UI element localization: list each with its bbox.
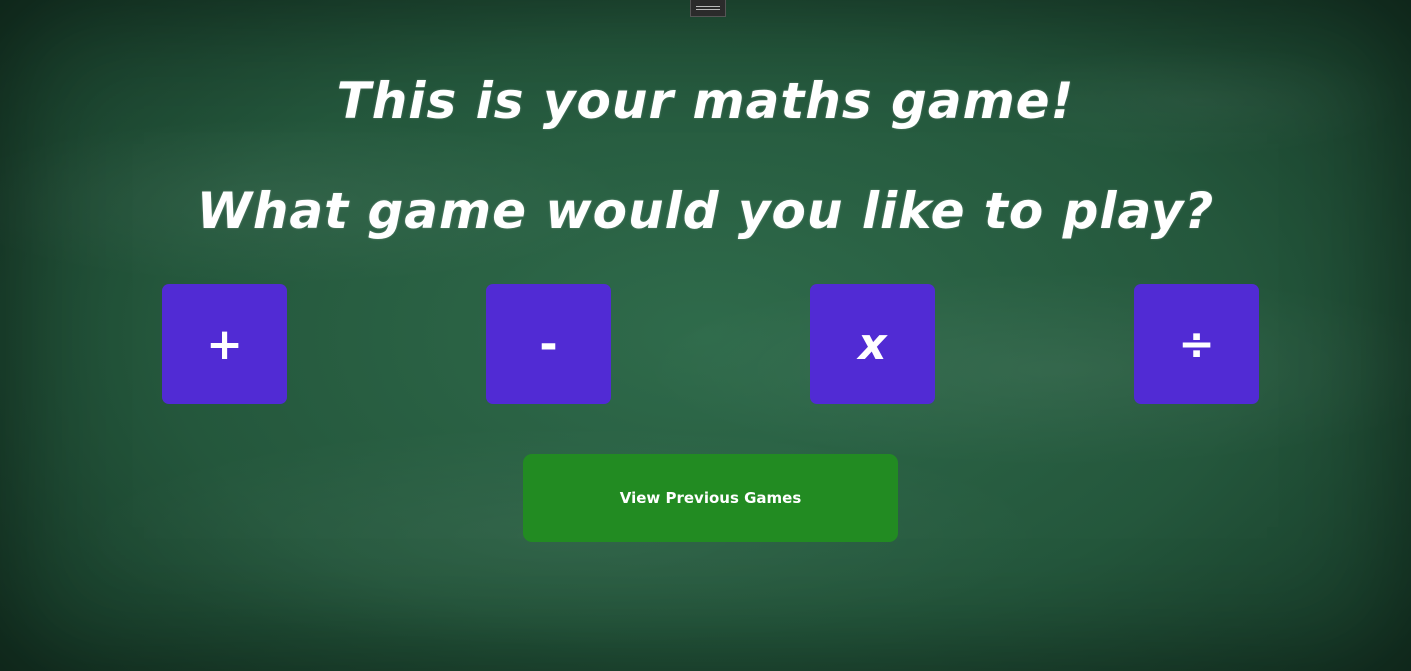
- handle-line: [696, 6, 720, 7]
- page-subtitle: What game would you like to play?: [196, 182, 1215, 240]
- division-button[interactable]: ÷: [1134, 284, 1259, 404]
- subtraction-button[interactable]: -: [486, 284, 611, 404]
- handle-line: [696, 9, 720, 10]
- multiplication-button[interactable]: x: [810, 284, 935, 404]
- page-title: This is your maths game!: [336, 72, 1075, 130]
- view-previous-games-button[interactable]: View Previous Games: [523, 454, 898, 542]
- window-drag-handle[interactable]: [690, 0, 726, 17]
- addition-button[interactable]: +: [162, 284, 287, 404]
